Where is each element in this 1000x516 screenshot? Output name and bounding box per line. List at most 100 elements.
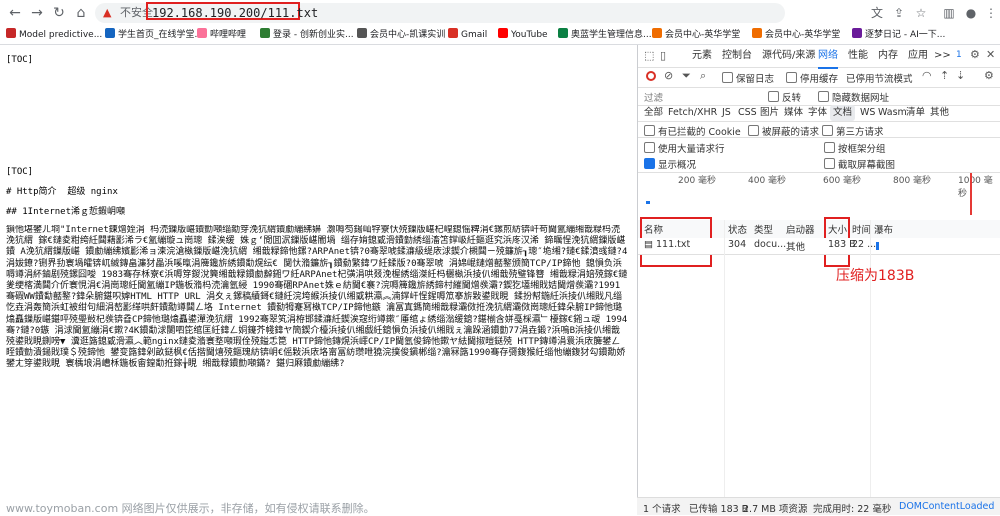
reload-icon[interactable]: ↻ <box>50 4 68 22</box>
type-other[interactable]: 其他 <box>930 105 949 121</box>
bookmark-item[interactable]: 奥蓝学生管理信息... <box>558 26 652 44</box>
bookmark-item[interactable]: 登录 - 创新创业实... <box>260 26 354 44</box>
table-row[interactable]: ▤ 111.txt 304 docu... 其他 183 B 22 ... <box>638 238 1000 255</box>
bookmark-star-icon[interactable]: ☆ <box>912 4 930 22</box>
checkbox[interactable] <box>822 125 833 136</box>
bookmark-favicon <box>197 28 207 38</box>
third-party-checkbox[interactable]: 第三方请求 <box>822 124 884 138</box>
type-wasm[interactable]: Wasm <box>878 105 907 121</box>
url-text[interactable]: 192.168.190.200/111.txt <box>146 2 318 20</box>
checkbox[interactable] <box>722 72 733 83</box>
filter-icon[interactable]: ⏷ <box>682 69 691 83</box>
tab-memory[interactable]: 内存 <box>878 45 898 67</box>
checkbox[interactable] <box>824 142 835 153</box>
type-doc[interactable]: 文档 <box>830 105 856 121</box>
invert-checkbox[interactable]: 反转 <box>768 90 801 104</box>
row-time: 22 ... <box>852 239 877 250</box>
checkbox-label: 隐藏数据网址 <box>832 93 890 104</box>
translate-icon[interactable]: 文 <box>868 4 886 22</box>
forward-icon[interactable]: → <box>28 4 46 22</box>
bookmark-item[interactable]: Gmail <box>448 26 487 44</box>
overview-checkbox[interactable]: 显示概况 <box>644 157 696 171</box>
bookmark-item[interactable]: 会员中心-凯课实训 <box>357 26 445 44</box>
text-line: # Http简介 超级 nginx <box>6 187 118 197</box>
preserve-log-checkbox[interactable]: 保留日志 <box>722 71 774 85</box>
bookmark-item[interactable]: 会员中心-英华学堂 <box>752 26 840 44</box>
col-initiator[interactable]: 启动器 <box>786 222 815 236</box>
bookmark-item[interactable]: 逐梦日记 - AI一下... <box>852 26 945 44</box>
tab-performance[interactable]: 性能 <box>848 45 868 67</box>
screenshots-checkbox[interactable]: 截取屏幕截图 <box>824 157 895 171</box>
checkbox-label: 保留日志 <box>736 74 775 85</box>
col-waterfall[interactable]: 瀑布 <box>874 222 893 236</box>
search-icon[interactable]: ⌕ <box>700 69 706 83</box>
timeline-overview[interactable]: 200 毫秒 400 毫秒 600 毫秒 800 毫秒 1000 毫秒 <box>638 173 1000 215</box>
menu-icon[interactable]: ⋮ <box>982 4 1000 22</box>
checkbox[interactable] <box>768 91 779 102</box>
sidepanel-icon[interactable]: ▥ <box>940 4 958 22</box>
bookmark-item[interactable]: Model predictive... <box>6 26 102 44</box>
checkbox[interactable] <box>818 91 829 102</box>
big-rows-checkbox[interactable]: 使用大量请求行 <box>644 141 725 155</box>
type-css[interactable]: CSS <box>738 105 757 121</box>
status-resources: 2.7 MB 项资源 <box>743 504 808 515</box>
tab-elements[interactable]: 元素 <box>692 45 712 67</box>
type-ws[interactable]: WS <box>860 105 875 121</box>
col-time[interactable]: 时间 <box>852 222 871 236</box>
inspect-icon[interactable]: ⬚ <box>644 49 654 62</box>
hide-data-urls-checkbox[interactable]: 隐藏数据网址 <box>818 90 889 104</box>
checkbox[interactable] <box>644 142 655 153</box>
type-font[interactable]: 字体 <box>808 105 827 121</box>
bookmark-label: YouTube <box>511 30 548 40</box>
group-by-frame-checkbox[interactable]: 按框架分组 <box>824 141 886 155</box>
blocked-cookies-checkbox[interactable]: 有已拦截的 Cookie <box>644 124 741 138</box>
bookmark-label: 奥蓝学生管理信息... <box>571 30 652 40</box>
bookmark-item[interactable]: 学生首页_在线学堂... <box>105 26 203 44</box>
col-type[interactable]: 类型 <box>754 222 773 236</box>
share-icon[interactable]: ⇪ <box>890 4 908 22</box>
page-content: [TOC] [TOC] # Http简介 超级 nginx ## 1Intern… <box>0 45 636 514</box>
checkbox[interactable] <box>786 72 797 83</box>
col-status[interactable]: 状态 <box>728 222 747 236</box>
tab-application[interactable]: 应用 <box>908 45 928 67</box>
home-icon[interactable]: ⌂ <box>72 4 90 22</box>
checkbox[interactable] <box>644 125 655 136</box>
issues-badge[interactable]: 1 <box>956 50 962 60</box>
clear-icon[interactable]: ⊘ <box>664 69 673 82</box>
row-name[interactable]: 111.txt <box>656 239 690 250</box>
type-all[interactable]: 全部 <box>644 105 663 121</box>
type-media[interactable]: 媒体 <box>784 105 803 121</box>
profile-avatar[interactable]: ● <box>962 4 980 22</box>
close-icon[interactable]: ✕ <box>986 48 995 61</box>
record-icon[interactable] <box>646 71 656 81</box>
back-icon[interactable]: ← <box>6 4 24 22</box>
text-line: [TOC] <box>6 55 34 65</box>
filter-input[interactable]: 过滤 <box>644 90 744 104</box>
warning-icon[interactable]: ▲ <box>103 6 111 19</box>
throttle-select[interactable]: 已停用节流模式 <box>846 71 913 85</box>
blocked-requests-checkbox[interactable]: 被屏蔽的请求 <box>748 124 819 138</box>
timeline-tick: 1000 毫秒 <box>958 176 993 199</box>
checkbox[interactable] <box>748 125 759 136</box>
tab-network[interactable]: 网络 <box>818 45 838 69</box>
tab-console[interactable]: 控制台 <box>722 45 752 67</box>
bookmark-item[interactable]: 哔哩哔哩 <box>197 26 246 44</box>
disable-cache-checkbox[interactable]: 停用缓存 <box>786 71 838 85</box>
settings-icon[interactable]: ⚙ <box>970 48 980 61</box>
bookmark-item[interactable]: YouTube <box>498 26 548 44</box>
device-icon[interactable]: ▯ <box>660 49 666 62</box>
tab-sources[interactable]: 源代码/来源 <box>762 45 815 67</box>
more-tabs[interactable]: >> <box>934 45 951 67</box>
bookmark-item[interactable]: 会员中心-英华学堂 <box>652 26 740 44</box>
type-js[interactable]: JS <box>722 105 731 121</box>
checkbox[interactable] <box>824 158 835 169</box>
checkbox[interactable] <box>644 158 655 169</box>
type-fetch-xhr[interactable]: Fetch/XHR <box>668 105 717 121</box>
export-icon[interactable]: ⇣ <box>956 69 965 82</box>
type-manifest[interactable]: 清单 <box>906 105 925 121</box>
network-settings-icon[interactable]: ⚙ <box>984 69 994 82</box>
type-img[interactable]: 图片 <box>760 105 779 121</box>
row-initiator: 其他 <box>786 242 806 253</box>
wifi-icon[interactable]: ◠ <box>922 69 932 82</box>
import-icon[interactable]: ⇡ <box>940 69 949 82</box>
